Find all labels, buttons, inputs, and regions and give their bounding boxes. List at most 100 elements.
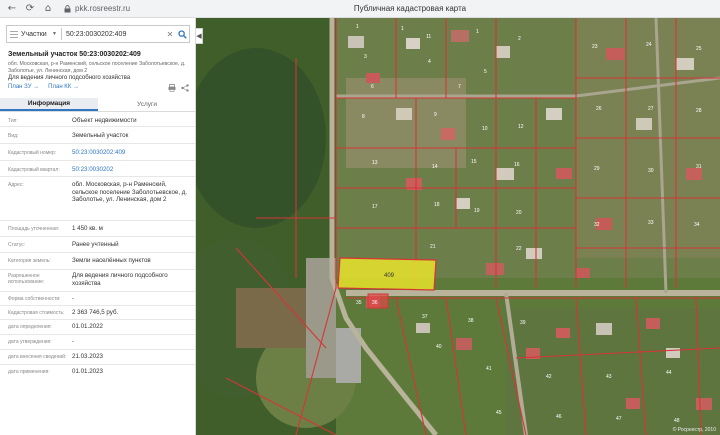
page-title: Публичная кадастровая карта <box>353 4 467 13</box>
parcel-label: 19 <box>474 208 480 214</box>
parcel-label: 14 <box>432 164 438 170</box>
home-icon[interactable]: ⌂ <box>42 3 54 15</box>
search-input[interactable]: 50:23:0030202:409 <box>62 31 165 38</box>
object-type-select[interactable]: Участки ▼ <box>21 31 61 38</box>
parcel-label: 17 <box>372 204 378 210</box>
prop-value: 1 450 кв. м <box>72 225 103 232</box>
parcel-label: 22 <box>516 246 522 252</box>
share-icon[interactable] <box>181 84 189 92</box>
parcel-label: 40 <box>436 344 442 350</box>
parcel-label: 2 <box>518 36 521 42</box>
object-purpose: Для ведения личного подсобного хозяйства <box>8 75 131 81</box>
prop-label: Кадастровая стоимость: <box>8 310 65 316</box>
parcel-label: 20 <box>516 210 522 216</box>
parcel-label: 24 <box>646 42 652 48</box>
prop-value: Земли населённых пунктов <box>72 257 151 264</box>
prop-label: Площадь уточненная: <box>8 226 60 232</box>
neighbour-parcel[interactable] <box>367 293 389 309</box>
prop-row-application-date: дата применения: 01.01.2023 <box>0 365 195 380</box>
parcel-label: 31 <box>696 164 702 170</box>
url-text: pkk.rosreestr.ru <box>75 4 131 13</box>
prop-label: Адрес: <box>8 182 24 188</box>
prop-value: 2 363 746,5 руб. <box>72 309 119 316</box>
prop-row-cadastral-value: Кадастровая стоимость: 2 363 746,5 руб. <box>0 306 195 320</box>
parcel-label: 35 <box>356 300 362 306</box>
object-title: Земельный участок 50:23:0030202:409 <box>8 51 141 58</box>
prop-value: обл. Московская, р-н Раменский, сельское… <box>72 181 188 203</box>
parcel-label: 28 <box>696 108 702 114</box>
parcel-label: 23 <box>592 44 598 50</box>
parcel-label: 7 <box>458 84 461 90</box>
prop-label: дата утверждения: <box>8 339 52 345</box>
parcel-label: 10 <box>482 126 488 132</box>
prop-row-cadastral-quarter: Кадастровый квартал: 50:23:0030202 <box>0 161 195 177</box>
parcel-label: 43 <box>606 374 612 380</box>
prop-row-permitted-use: Разрешенное использование: Для ведения л… <box>0 270 195 292</box>
plan-kk-link[interactable]: План КК → <box>48 84 79 90</box>
village-area <box>506 308 720 435</box>
map-canvas[interactable]: 409 1 1 11 1 2 3 4 5 6 7 8 9 10 12 13 14… <box>196 18 720 435</box>
info-panel: Участки ▼ 50:23:0030202:409 ✕ Земельный … <box>0 18 196 435</box>
clear-icon[interactable]: ✕ <box>165 30 175 39</box>
parcel-label: 45 <box>496 410 502 416</box>
parcel-label: 34 <box>694 222 700 228</box>
prop-label: дата внесения сведений: <box>8 354 67 360</box>
parcel-label: 39 <box>520 320 526 326</box>
prop-row-entry-date: дата внесения сведений: 21.03.2023 <box>0 350 195 365</box>
object-address: обл. Московская, р-н Раменский, сельское… <box>8 61 186 74</box>
parcel-label: 5 <box>484 69 487 75</box>
prop-value: - <box>72 338 75 345</box>
collapse-panel-button[interactable]: ◀ <box>196 28 203 44</box>
parcel-label: 16 <box>514 162 520 168</box>
parcel-label: 27 <box>648 106 654 112</box>
parcel-label: 36 <box>372 300 378 306</box>
parcel-label: 29 <box>594 166 600 172</box>
prop-row-ownership: Форма собственности: - <box>0 292 195 306</box>
search-icon[interactable] <box>175 27 189 41</box>
parcel-label: 42 <box>546 374 552 380</box>
prop-label: Категория земель: <box>8 258 51 264</box>
parcel-label: 18 <box>434 202 440 208</box>
cadastral-map[interactable]: 409 1 1 11 1 2 3 4 5 6 7 8 9 10 12 13 14… <box>196 18 720 435</box>
lock-icon <box>64 4 71 12</box>
object-type-label: Участки <box>21 30 47 38</box>
chevron-down-icon: ▼ <box>52 31 57 37</box>
plan-zu-link[interactable]: План ЗУ → <box>8 84 39 90</box>
parcel-label: 25 <box>696 46 702 52</box>
address-bar[interactable]: pkk.rosreestr.ru <box>64 4 130 13</box>
prop-label: Кадастровый номер: <box>8 150 57 156</box>
parcel-label: 11 <box>426 34 431 40</box>
parcel-label: 9 <box>434 112 437 118</box>
parcel-label: 37 <box>422 314 428 320</box>
parcel-label: 38 <box>468 318 474 324</box>
prop-row-type: Тип: Объект недвижимости <box>0 114 195 127</box>
prop-value: - <box>72 295 75 302</box>
prop-value: 21.03.2023 <box>72 353 103 360</box>
menu-icon[interactable] <box>7 26 21 42</box>
map-attribution: © Росреестр, 2010 <box>672 427 716 433</box>
back-icon[interactable]: ← <box>6 3 18 15</box>
tab-bar: Информация Услуги <box>0 98 195 112</box>
parcel-label: 44 <box>666 370 672 376</box>
tab-information[interactable]: Информация <box>0 98 98 111</box>
prop-label: Тип: <box>8 118 18 124</box>
tab-services[interactable]: Услуги <box>98 98 195 111</box>
parcel-label: 33 <box>648 220 654 226</box>
cadastral-quarter-link[interactable]: 50:23:0030202 <box>72 166 190 174</box>
prop-value: 01.01.2023 <box>72 368 103 375</box>
cadastral-number-link[interactable]: 50:23:0030202:409 <box>72 149 190 157</box>
print-icon[interactable] <box>168 84 176 92</box>
parcel-label: 6 <box>371 84 374 90</box>
parcel-label: 47 <box>616 416 622 422</box>
prop-label: Форма собственности: <box>8 296 61 302</box>
prop-value: 01.01.2022 <box>72 323 103 330</box>
prop-label: Кадастровый квартал: <box>8 167 60 173</box>
search-bar: Участки ▼ 50:23:0030202:409 ✕ <box>6 25 190 43</box>
parcel-label: 46 <box>556 414 562 420</box>
chevron-left-icon: ◀ <box>196 33 202 40</box>
browser-toolbar: ← ⟳ ⌂ pkk.rosreestr.ru Публичная кадастр… <box>0 0 720 18</box>
reload-icon[interactable]: ⟳ <box>24 3 36 15</box>
parcel-label: 32 <box>594 222 600 228</box>
parcel-label: 48 <box>674 418 680 424</box>
prop-value: Ранее учтенный <box>72 241 119 248</box>
